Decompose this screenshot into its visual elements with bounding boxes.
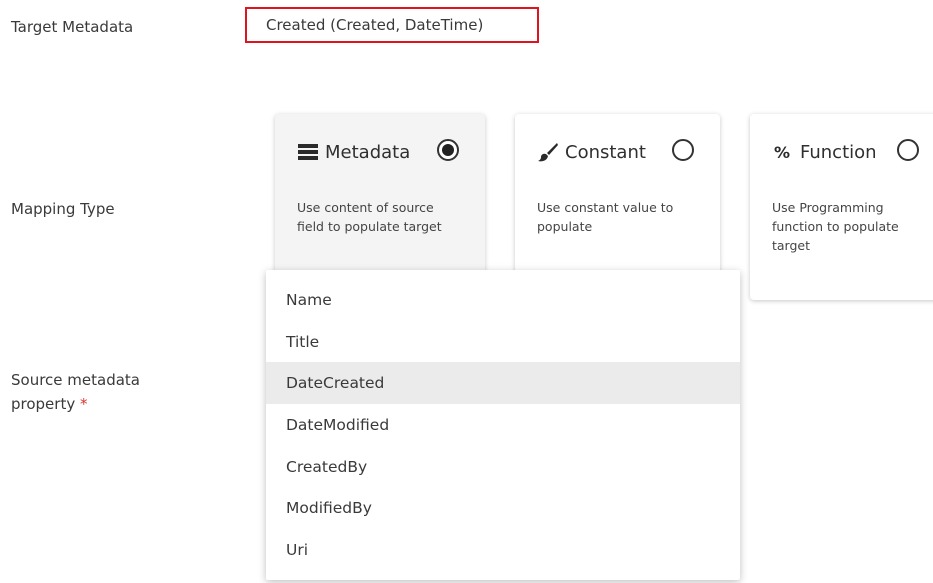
list-icon: [297, 142, 319, 162]
desc-line: field to populate target: [297, 219, 442, 234]
desc-line: Use Programming: [772, 200, 884, 215]
function-radio[interactable]: [897, 139, 919, 161]
dropdown-option-createdby[interactable]: CreatedBy: [266, 446, 740, 488]
mapping-card-title: Metadata: [325, 141, 411, 163]
mapping-card-metadata[interactable]: Metadata Use content of source field to …: [275, 114, 485, 294]
dropdown-option-modifiedby[interactable]: ModifiedBy: [266, 487, 740, 529]
source-label-line2: property: [11, 395, 76, 413]
mapping-card-title: Constant: [565, 141, 646, 163]
mapping-card-function[interactable]: % Function Use Programming function to p…: [750, 114, 933, 300]
desc-line: function to populate: [772, 219, 899, 234]
function-icon: %: [772, 142, 794, 162]
constant-radio[interactable]: [672, 139, 694, 161]
dropdown-option-title[interactable]: Title: [266, 321, 740, 363]
desc-line: Use content of source: [297, 200, 434, 215]
desc-line: target: [772, 238, 811, 253]
target-metadata-label: Target Metadata: [11, 18, 134, 36]
brush-icon: [537, 142, 559, 162]
source-metadata-property-label: Source metadata property *: [11, 369, 140, 415]
desc-line: Use constant value to: [537, 200, 674, 215]
mapping-card-description: Use Programming function to populate tar…: [772, 198, 899, 255]
svg-text:%: %: [774, 144, 790, 160]
metadata-radio[interactable]: [437, 139, 459, 161]
mapping-card-title: Function: [800, 141, 877, 163]
mapping-card-description: Use content of source field to populate …: [297, 198, 442, 236]
desc-line: populate: [537, 219, 593, 234]
required-marker: *: [80, 395, 88, 413]
source-label-line1: Source metadata: [11, 371, 140, 389]
source-property-dropdown[interactable]: Name Title DateCreated DateModified Crea…: [266, 270, 740, 580]
dropdown-option-name[interactable]: Name: [266, 279, 740, 321]
target-metadata-value: Created (Created, DateTime): [245, 7, 539, 43]
mapping-card-description: Use constant value to populate: [537, 198, 673, 236]
mapping-card-constant[interactable]: Constant Use constant value to populate: [515, 114, 720, 294]
dropdown-option-datemodified[interactable]: DateModified: [266, 404, 740, 446]
dropdown-option-uri[interactable]: Uri: [266, 529, 740, 571]
dropdown-option-datecreated[interactable]: DateCreated: [266, 362, 740, 404]
mapping-type-label: Mapping Type: [11, 200, 115, 218]
